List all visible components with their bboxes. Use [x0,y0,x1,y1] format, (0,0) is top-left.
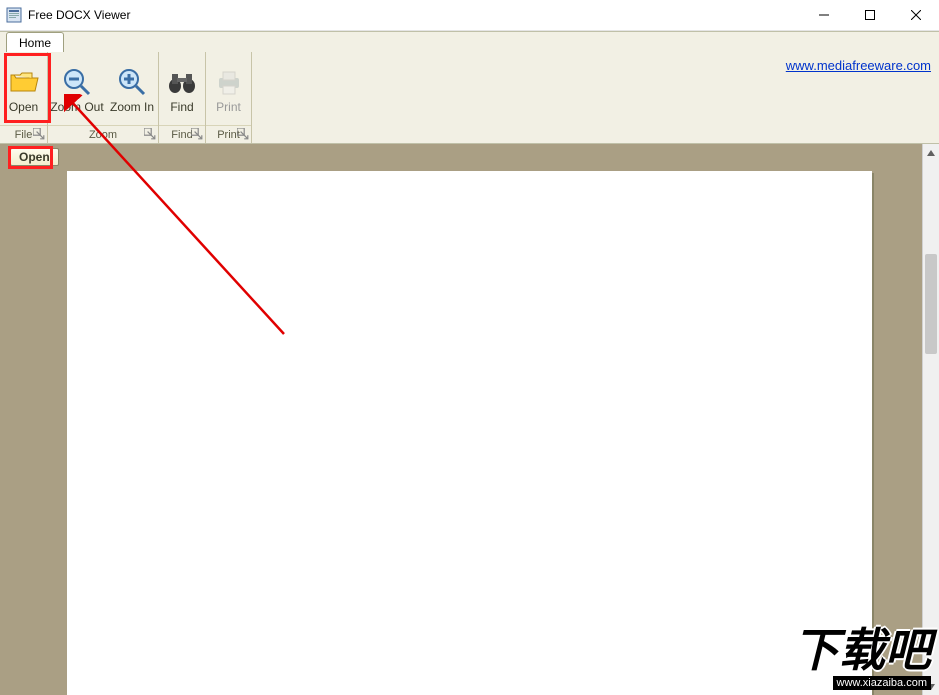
find-button[interactable]: Find [159,52,205,125]
zoom-in-button[interactable]: Zoom In [106,52,158,125]
ribbon-group-file: Open File [0,52,48,143]
launcher-icon[interactable] [144,128,156,140]
launcher-icon[interactable] [191,128,203,140]
open-button[interactable]: Open [0,52,47,125]
ribbon-group-zoom: Zoom Out Zoom In Zoom [48,52,159,143]
folder-open-icon [8,66,40,98]
watermark-url: www.xiazaiba.com [833,676,931,690]
tooltip-open: Open [10,148,59,166]
zoom-out-button[interactable]: Zoom Out [48,52,106,125]
tab-home[interactable]: Home [6,32,64,53]
website-link[interactable]: www.mediafreeware.com [786,58,931,73]
watermark-text: 下载吧 [793,627,931,673]
maximize-button[interactable] [847,0,893,30]
window-controls [801,0,939,30]
zoom-in-icon [116,66,148,98]
scroll-up-button[interactable] [923,144,939,161]
scroll-thumb[interactable] [925,254,937,354]
zoom-out-icon [61,66,93,98]
close-button[interactable] [893,0,939,30]
launcher-icon[interactable] [33,128,45,140]
window-title: Free DOCX Viewer [28,8,801,22]
zoom-out-label: Zoom Out [50,100,103,114]
print-button[interactable]: Print [206,52,251,125]
print-label: Print [216,100,241,114]
launcher-icon[interactable] [237,128,249,140]
ribbon: Open File Zoom Out Zoom In Zoom [0,52,939,144]
watermark: 下载吧 www.xiazaiba.com [793,627,931,691]
group-label-zoom: Zoom [48,125,158,143]
minimize-button[interactable] [801,0,847,30]
app-icon [6,7,22,23]
ribbon-group-find: Find Find [159,52,206,143]
open-label: Open [9,100,38,114]
find-label: Find [170,100,193,114]
title-bar: Free DOCX Viewer [0,0,939,31]
printer-icon [213,66,245,98]
ribbon-group-print: Print Print [206,52,252,143]
tab-strip: Home [0,31,939,52]
document-page [67,171,872,695]
vertical-scrollbar[interactable] [922,144,939,695]
group-label-print: Print [206,125,251,143]
group-label-find: Find [159,125,205,143]
binoculars-icon [166,66,198,98]
document-area: Open [0,144,939,695]
zoom-in-label: Zoom In [110,100,154,114]
group-label-file: File [0,125,47,143]
